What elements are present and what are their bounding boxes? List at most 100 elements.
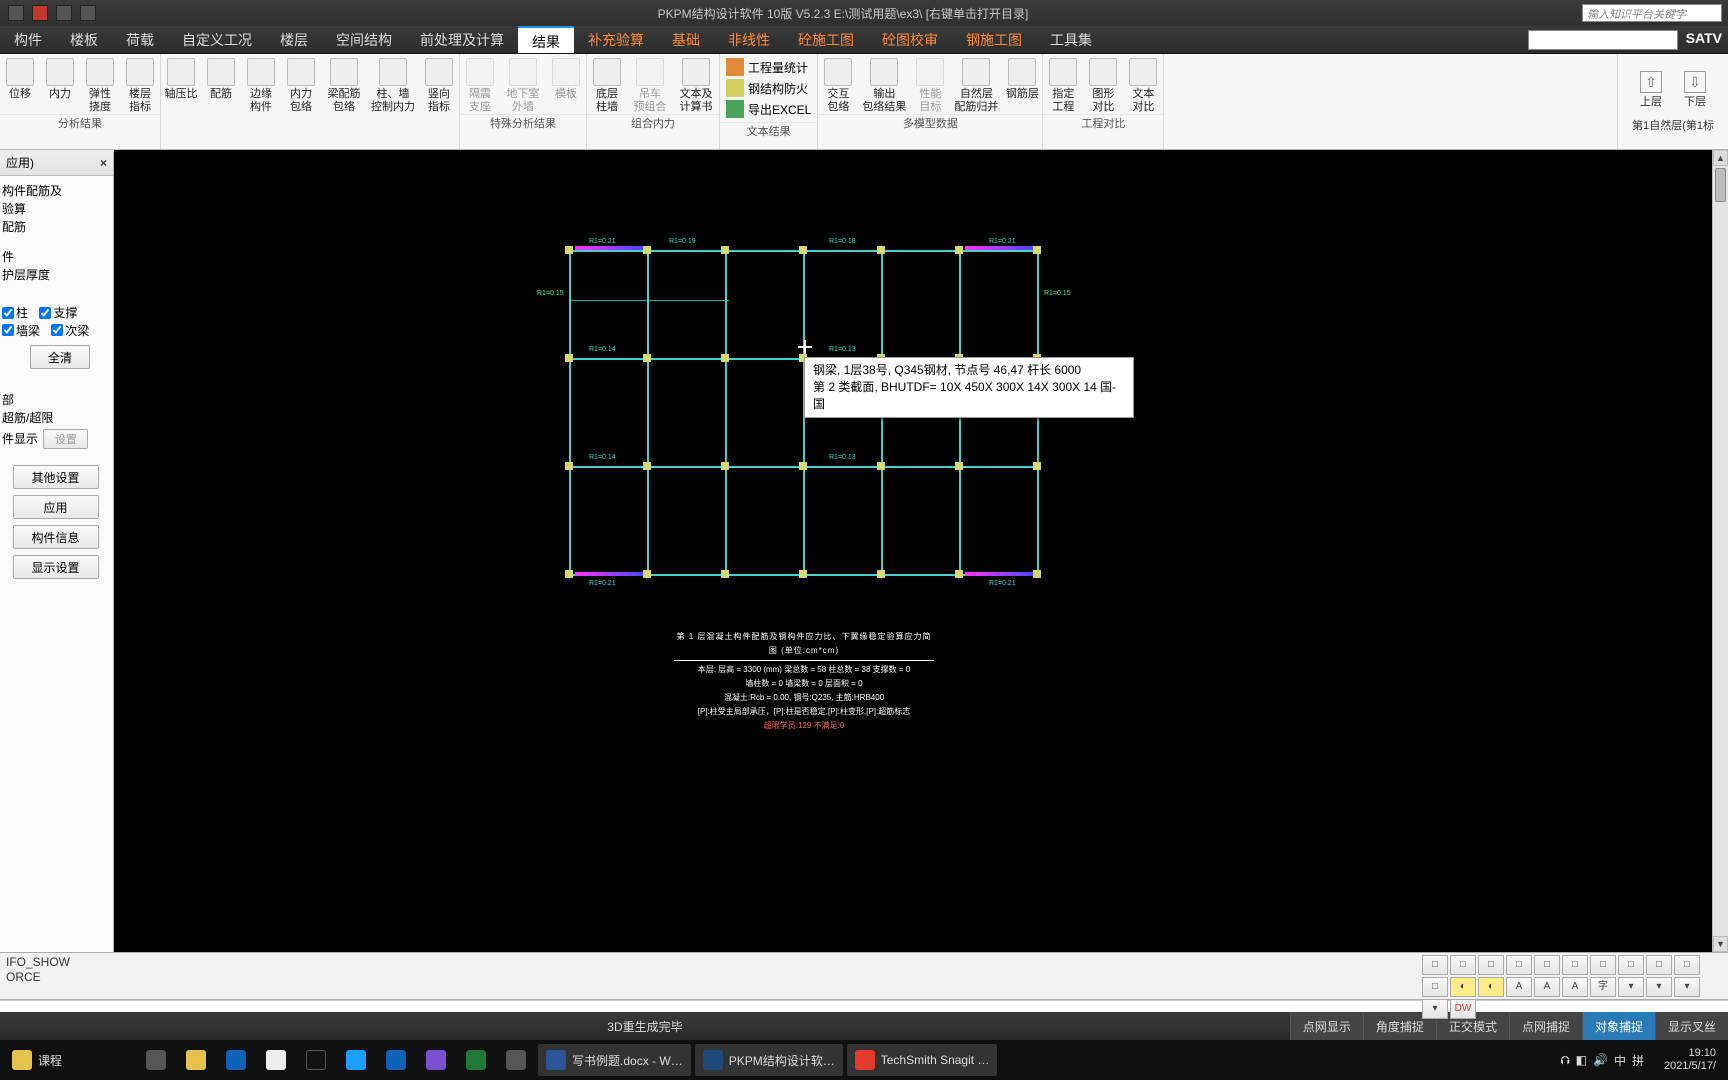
ribbon-rebar-layer[interactable]: 钢筋层	[1002, 54, 1042, 114]
floor-down[interactable]: ⇩下层	[1684, 71, 1706, 109]
text-size-icon[interactable]: A	[1562, 977, 1588, 997]
ribbon-quantity[interactable]: 工程量统计	[726, 58, 811, 76]
satv-label[interactable]: SATV	[1680, 26, 1728, 53]
menu-item[interactable]: 构件	[0, 26, 56, 53]
ribbon-axial[interactable]: 轴压比	[161, 54, 201, 114]
font-icon[interactable]: 字	[1590, 977, 1616, 997]
view3d-icon[interactable]: □	[1506, 955, 1532, 975]
ribbon-col-wall[interactable]: 柱、墙 控制内力	[367, 54, 419, 114]
view3d-icon[interactable]: □	[1646, 955, 1672, 975]
menu-item[interactable]: 荷载	[112, 26, 168, 53]
tray-sound-icon[interactable]: 🔊	[1593, 1053, 1608, 1067]
menu-item[interactable]: 砼施工图	[784, 26, 868, 53]
menu-item[interactable]: 工具集	[1036, 26, 1106, 53]
task-item[interactable]	[378, 1044, 414, 1076]
menu-item[interactable]: 楼板	[56, 26, 112, 53]
task-word[interactable]: 写书例题.docx - W…	[538, 1044, 691, 1076]
task-item[interactable]	[338, 1044, 374, 1076]
btn-clear-all[interactable]: 全清	[30, 345, 90, 369]
status-toggle[interactable]: 显示叉丝	[1655, 1012, 1728, 1040]
status-toggle[interactable]: 点网捕捉	[1509, 1012, 1582, 1040]
ribbon-beam-env[interactable]: 梁配筋 包络	[321, 54, 367, 114]
ribbon-graph-cmp[interactable]: 图形 对比	[1083, 54, 1123, 114]
ribbon-excel[interactable]: 导出EXCEL	[726, 100, 811, 118]
task-item[interactable]	[138, 1044, 174, 1076]
qa-icon[interactable]	[8, 5, 24, 21]
tray[interactable]: ⮉ ◧ 🔊 中 拼	[1553, 1044, 1652, 1076]
qa-doc-icon[interactable]	[80, 5, 96, 21]
task-item[interactable]	[498, 1044, 534, 1076]
btn-member-info[interactable]: 构件信息	[13, 525, 99, 549]
ribbon-force[interactable]: 内力	[40, 54, 80, 114]
ribbon-floor-index[interactable]: 楼层 指标	[120, 54, 160, 114]
scroll-down-icon[interactable]: ▼	[1713, 936, 1728, 952]
status-toggle[interactable]: 对象捕捉	[1582, 1012, 1655, 1040]
tool-icon[interactable]: ▾	[1422, 999, 1448, 1019]
view3d-icon[interactable]: □	[1590, 955, 1616, 975]
tool-icon[interactable]: ▾	[1674, 977, 1700, 997]
ribbon-displacement[interactable]: 位移	[0, 54, 40, 114]
ribbon-reinforce[interactable]: 配筋	[201, 54, 241, 114]
menu-item[interactable]: 楼层	[266, 26, 322, 53]
menu-item[interactable]: 钢施工图	[952, 26, 1036, 53]
dwg-icon[interactable]: DW	[1450, 999, 1476, 1019]
tray-ime-icon[interactable]: 中	[1614, 1052, 1626, 1069]
menu-item[interactable]: 基础	[658, 26, 714, 53]
tool-icon[interactable]: ▾	[1618, 977, 1644, 997]
tool-icon[interactable]: ▾	[1646, 977, 1672, 997]
scroll-thumb[interactable]	[1715, 168, 1726, 202]
start-button[interactable]: 课程	[4, 1044, 70, 1076]
chk-wallbeam[interactable]: 墙梁	[2, 322, 40, 339]
view3d-icon[interactable]: □	[1478, 955, 1504, 975]
ribbon-edge[interactable]: 边缘 构件	[241, 54, 281, 114]
menu-item[interactable]: 空间结构	[322, 26, 406, 53]
menu-item[interactable]: 砼图校审	[868, 26, 952, 53]
tray-ime2-icon[interactable]: 拼	[1632, 1052, 1644, 1069]
chk-column[interactable]: 柱	[2, 304, 28, 321]
view3d-icon[interactable]: □	[1618, 955, 1644, 975]
view3d-icon[interactable]: □	[1674, 955, 1700, 975]
menu-item[interactable]: 前处理及计算	[406, 26, 518, 53]
text-size-icon[interactable]: A	[1506, 977, 1532, 997]
ribbon-natural[interactable]: 自然层 配筋归并	[950, 54, 1002, 114]
task-item[interactable]	[298, 1044, 334, 1076]
qa-print-icon[interactable]	[56, 5, 72, 21]
task-item[interactable]	[178, 1044, 214, 1076]
ribbon-fire[interactable]: 钢结构防火	[726, 79, 811, 97]
ribbon-assign-proj[interactable]: 指定 工程	[1043, 54, 1083, 114]
tray-net-icon[interactable]: ◧	[1576, 1053, 1587, 1067]
ribbon-elastic[interactable]: 弹性 挠度	[80, 54, 120, 114]
canvas-scrollbar[interactable]: ▲ ▼	[1712, 150, 1728, 952]
bulb-icon[interactable]: ◐	[1478, 977, 1504, 997]
chk-brace[interactable]: 支撑	[39, 304, 77, 321]
ribbon-vert-index[interactable]: 竖向 指标	[419, 54, 459, 114]
view3d-icon[interactable]: □	[1534, 955, 1560, 975]
drawing-canvas[interactable]: R1=0.21 R1=0.19 R1=0.18 R1=0.21 R1=0.15 …	[114, 150, 1728, 952]
task-pkpm[interactable]: PKPM结构设计软…	[695, 1044, 843, 1076]
bulb-icon[interactable]: ◐	[1450, 977, 1476, 997]
task-item[interactable]	[458, 1044, 494, 1076]
menu-item-results[interactable]: 结果	[518, 26, 574, 53]
ribbon-out-env[interactable]: 输出 包络结果	[858, 54, 910, 114]
qa-save-icon[interactable]	[32, 5, 48, 21]
taskbar-clock[interactable]: 19:102021/5/17/	[1656, 1047, 1724, 1073]
floor-up[interactable]: ⇧上层	[1640, 71, 1662, 109]
ribbon-interactive-env[interactable]: 交互 包络	[818, 54, 858, 114]
scroll-up-icon[interactable]: ▲	[1713, 150, 1728, 166]
task-item[interactable]	[258, 1044, 294, 1076]
task-item[interactable]	[418, 1044, 454, 1076]
status-toggle[interactable]: 点网显示	[1290, 1012, 1363, 1040]
knowledge-search[interactable]: 输入知识平台关键字	[1582, 4, 1722, 22]
menu-item[interactable]: 补充验算	[574, 26, 658, 53]
menu-item[interactable]: 非线性	[714, 26, 784, 53]
dropdown-select[interactable]	[1528, 30, 1678, 50]
view3d-icon[interactable]: □	[1450, 955, 1476, 975]
view3d-icon[interactable]: □	[1422, 977, 1448, 997]
ribbon-ground-col[interactable]: 底层 柱墙	[587, 54, 627, 114]
task-item[interactable]	[218, 1044, 254, 1076]
view3d-icon[interactable]: □	[1562, 955, 1588, 975]
tray-up-icon[interactable]: ⮉	[1561, 1053, 1570, 1068]
chk-secbeam[interactable]: 次梁	[51, 322, 89, 339]
btn-display-set[interactable]: 显示设置	[13, 555, 99, 579]
ribbon-text-cmp[interactable]: 文本 对比	[1123, 54, 1163, 114]
